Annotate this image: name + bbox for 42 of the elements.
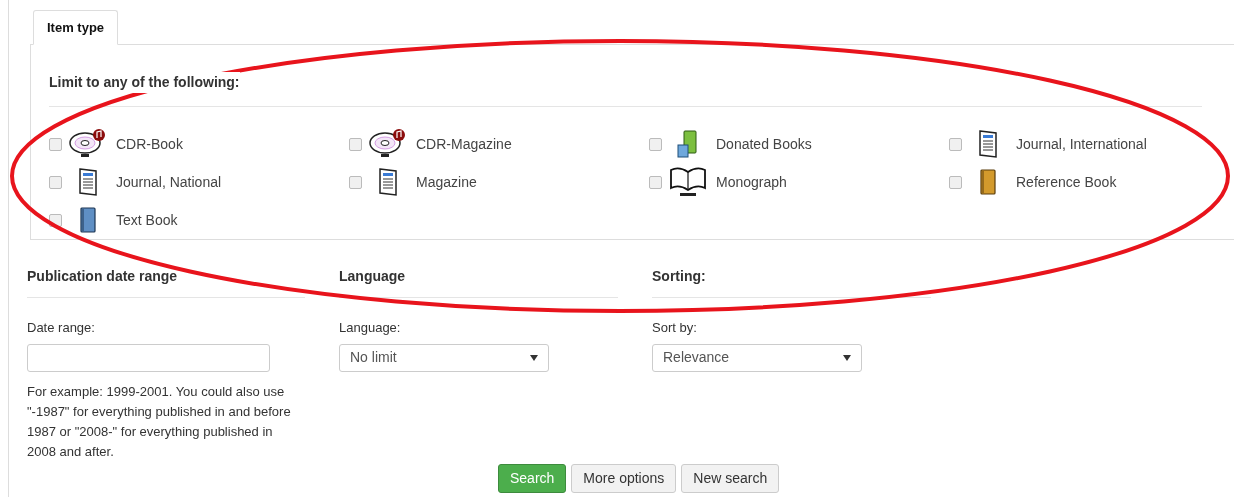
item-type-label: Monograph bbox=[716, 172, 787, 192]
section-heading: Sorting: bbox=[652, 267, 707, 286]
checkbox[interactable] bbox=[349, 137, 362, 151]
tab[interactable]: Item type bbox=[33, 10, 119, 45]
cd-icon bbox=[369, 129, 407, 159]
caret-icon bbox=[843, 354, 851, 361]
item-type-label: CDR-Magazine bbox=[416, 134, 512, 154]
newspaper-icon bbox=[976, 129, 1000, 159]
newspaper-icon bbox=[76, 167, 100, 197]
form-button[interactable]: More options bbox=[571, 464, 677, 493]
caret-icon bbox=[530, 354, 538, 361]
language-select[interactable]: No limit bbox=[339, 343, 549, 372]
cd-icon bbox=[69, 129, 107, 159]
newspaper-icon bbox=[376, 167, 400, 197]
checkbox[interactable] bbox=[49, 175, 62, 189]
help-text: For example: 1999-2001. You could also use "-1987" for everything published in and before 1987 or "2008-" for everything published in 2008 and after. bbox=[27, 382, 292, 461]
form-button[interactable]: New search bbox=[681, 464, 780, 493]
sort-select[interactable]: Relevance bbox=[652, 343, 862, 372]
checkbox[interactable] bbox=[349, 175, 362, 189]
book-icon bbox=[978, 168, 998, 196]
field-label: Date range: bbox=[27, 319, 96, 337]
item-type-label: Journal, National bbox=[116, 172, 222, 192]
section-heading: Language bbox=[339, 267, 407, 286]
field-label: Language: bbox=[339, 319, 402, 337]
checkbox[interactable] bbox=[949, 175, 962, 189]
date-range-field[interactable] bbox=[27, 343, 270, 372]
panel-heading: Limit to any of the following: bbox=[49, 72, 240, 93]
section-heading: Publication date range bbox=[27, 267, 179, 286]
book-stack-icon bbox=[676, 129, 700, 159]
item-type-label: Journal, International bbox=[1016, 134, 1147, 154]
field-label: Sort by: bbox=[652, 319, 698, 337]
checkbox[interactable] bbox=[49, 137, 62, 151]
book-icon bbox=[78, 206, 98, 234]
checkbox[interactable] bbox=[949, 137, 962, 151]
item-type-label: Reference Book bbox=[1016, 172, 1117, 192]
item-type-label: Text Book bbox=[116, 210, 178, 230]
item-type-label: Donated Books bbox=[716, 134, 812, 154]
checkbox[interactable] bbox=[649, 175, 662, 189]
open-book-icon bbox=[669, 166, 707, 198]
checkbox[interactable] bbox=[649, 137, 662, 151]
item-type-label: Magazine bbox=[416, 172, 477, 192]
item-type-label: CDR-Book bbox=[116, 134, 183, 154]
